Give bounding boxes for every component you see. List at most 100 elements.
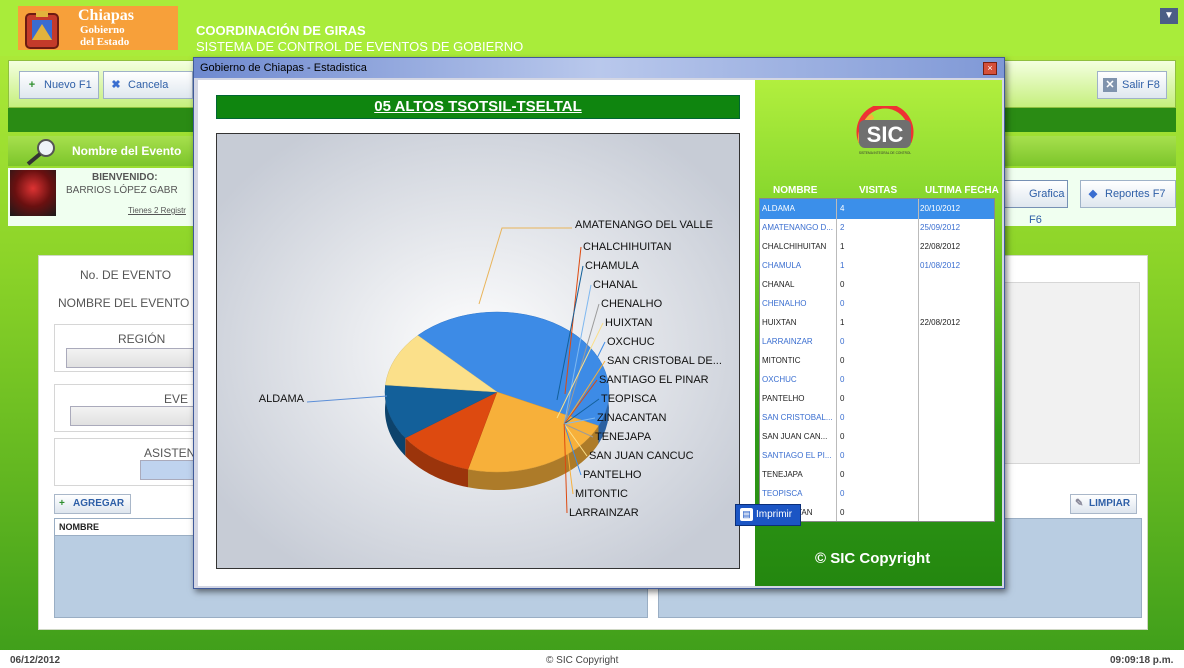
table-cell-name: SAN JUAN CAN... <box>762 432 828 441</box>
app-title: COORDINACIÓN DE GIRAS <box>196 23 366 38</box>
user-name: BARRIOS LÓPEZ GABR <box>66 185 178 196</box>
pie-label: ALDAMA <box>259 393 305 405</box>
table-cell-name: AMATENANGO D... <box>762 223 833 232</box>
magnifier-icon <box>26 139 55 166</box>
asistentes-field[interactable] <box>140 460 200 480</box>
table-row[interactable]: CHANAL 0 <box>760 275 994 295</box>
col-header-visitas[interactable]: VISITAS <box>859 185 897 196</box>
nombre-evento-label: NOMBRE DEL EVENTO <box>58 296 190 310</box>
salir-button[interactable]: ✕ Salir F8 <box>1097 71 1167 99</box>
table-row[interactable]: CHALCHIHUITAN 1 22/08/2012 <box>760 237 994 257</box>
dialog-title[interactable]: Gobierno de Chiapas - Estadistica <box>194 58 1004 78</box>
table-cell-name: CHENALHO <box>762 299 807 308</box>
column-divider <box>918 199 919 521</box>
region-field[interactable] <box>66 348 200 368</box>
salir-button-label: Salir F8 <box>1122 79 1160 91</box>
col-header-fecha[interactable]: ULTIMA FECHA <box>925 185 999 196</box>
table-row[interactable]: TENEJAPA 0 <box>760 465 994 485</box>
print-button-label: Imprimir <box>756 509 793 520</box>
pie-label: OXCHUC <box>607 336 655 348</box>
grafica-button[interactable]: Grafica F6 <box>1004 180 1068 226</box>
table-cell-date: 22/08/2012 <box>920 318 961 327</box>
agregar-button[interactable]: + AGREGAR <box>54 494 132 514</box>
chart-title: 05 ALTOS TSOTSIL-TSELTAL <box>216 95 740 119</box>
table-cell-name: CHAMULA <box>762 261 802 270</box>
table-row[interactable]: HUIXTAN 1 22/08/2012 <box>760 313 994 333</box>
table-cell-visits: 4 <box>840 204 845 213</box>
pie-label: MITONTIC <box>575 488 628 500</box>
exit-icon: ✕ <box>1103 78 1117 92</box>
table-cell-date: 20/10/2012 <box>920 204 961 213</box>
table-cell-name: MITONTIC <box>762 356 801 365</box>
table-cell-visits: 0 <box>840 356 845 365</box>
pie-label: LARRAINZAR <box>569 507 639 519</box>
table-row[interactable]: SAN CRISTOBAL... 0 <box>760 408 994 428</box>
pie-label: CHALCHIHUITAN <box>583 241 671 253</box>
nuevo-button-label: Nuevo F1 <box>44 79 92 91</box>
pie-label: SANTIAGO EL PINAR <box>599 374 709 386</box>
table-row[interactable]: PANTELHO 0 <box>760 389 994 409</box>
col-header-nombre[interactable]: NOMBRE <box>773 185 817 196</box>
plus-icon: + <box>28 79 36 91</box>
sic-logo-text: SIC <box>867 122 904 147</box>
table-cell-name: TEOPISCA <box>762 489 803 498</box>
close-icon[interactable]: × <box>983 62 997 75</box>
cancelar-button-label: Cancela <box>128 79 169 91</box>
plus-icon: + <box>59 498 65 509</box>
table-cell-visits: 0 <box>840 413 845 422</box>
table-row[interactable]: SANTIAGO EL PI... 0 <box>760 446 994 466</box>
reportes-button[interactable]: ◆ Reportes F7 <box>1080 180 1176 208</box>
table-cell-visits: 0 <box>840 280 845 289</box>
avatar <box>10 170 56 216</box>
welcome-label: BIENVENIDO: <box>92 172 158 183</box>
state-seal-icon <box>25 11 59 49</box>
table-row[interactable]: CHENALHO 0 <box>760 294 994 314</box>
table-row[interactable]: AMATENANGO D... 2 25/09/2012 <box>760 218 994 238</box>
table-cell-name: TENEJAPA <box>762 470 803 479</box>
pie-label: TENEJAPA <box>595 431 652 443</box>
pie-label: HUIXTAN <box>605 317 653 329</box>
table-cell-visits: 0 <box>840 451 845 460</box>
table-cell-name: PANTELHO <box>762 394 805 403</box>
evento-field[interactable] <box>70 406 200 426</box>
pie-label: SAN CRISTOBAL DE... <box>607 355 722 367</box>
visits-table[interactable]: ALDAMA 4 20/10/2012 AMATENANGO D... 2 25/09/2… <box>759 198 995 522</box>
nuevo-button[interactable]: + Nuevo F1 <box>19 71 99 99</box>
pie-label: CHAMULA <box>585 260 639 272</box>
column-divider <box>836 199 837 521</box>
table-row[interactable]: LARRAINZAR 0 <box>760 332 994 352</box>
table-cell-name: LARRAINZAR <box>762 337 813 346</box>
asistentes-label: ASISTEN <box>144 446 196 460</box>
limpiar-button[interactable]: ✎ LIMPIAR <box>1070 494 1138 514</box>
table-cell-visits: 0 <box>840 508 845 517</box>
statistics-dialog: Gobierno de Chiapas - Estadistica × 05 A… <box>193 57 1005 589</box>
status-date: 06/12/2012 <box>10 655 61 666</box>
menu-toggle-button[interactable]: ▼ <box>1160 8 1178 24</box>
table-row[interactable]: ALDAMA 4 20/10/2012 <box>760 199 994 219</box>
sic-logo: SIC SISTEMA INTEGRAL DE CONTROL <box>856 106 914 155</box>
evento-label: EVE <box>164 392 189 406</box>
table-cell-visits: 0 <box>840 375 845 384</box>
table-row[interactable]: MITONTIC 0 <box>760 351 994 371</box>
table-cell-visits: 0 <box>840 299 845 308</box>
table-cell-visits: 0 <box>840 337 845 346</box>
table-cell-date: 25/09/2012 <box>920 223 961 232</box>
pie-label: CHANAL <box>593 279 638 291</box>
table-row[interactable]: OXCHUC 0 <box>760 370 994 390</box>
table-row[interactable]: TEOPISCA 0 <box>760 484 994 504</box>
table-row[interactable]: SAN JUAN CAN... 0 <box>760 427 994 447</box>
logo-text-gobierno: Gobierno <box>80 24 125 36</box>
table-cell-name: HUIXTAN <box>762 318 797 327</box>
cancel-x-icon: ✖ <box>111 79 121 91</box>
records-link[interactable]: Tienes 2 Registr <box>128 206 186 215</box>
status-time: 09:09:18 p.m. <box>1110 655 1174 666</box>
eraser-icon: ✎ <box>1075 498 1084 509</box>
table-cell-name: SAN CRISTOBAL... <box>762 413 833 422</box>
table-row[interactable]: CHAMULA 1 01/08/2012 <box>760 256 994 276</box>
cancelar-button[interactable]: ✖ Cancela <box>103 71 193 99</box>
chart-frame: ALDAMA AMATENANGO DEL VALLE CHALCHIHUITAN C… <box>216 133 740 569</box>
print-button[interactable]: ▤ Imprimir <box>735 504 801 526</box>
form-side-panel <box>1000 282 1140 464</box>
table-cell-visits: 1 <box>840 318 845 327</box>
logo-text-estado: del Estado <box>80 36 130 48</box>
